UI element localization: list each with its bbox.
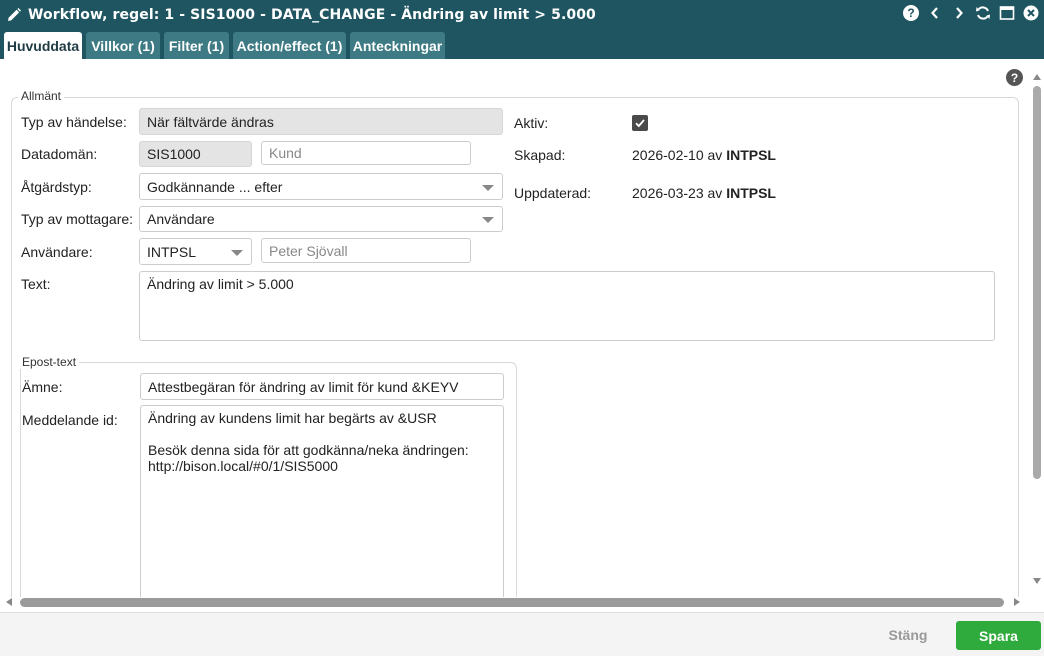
user-name-field: Peter Sjövall (261, 238, 471, 263)
event-type-label: Typ av händelse: (21, 114, 127, 130)
subject-label: Ämne: (22, 379, 63, 395)
text-field[interactable]: Ändring av limit > 5.000 (139, 271, 995, 341)
close-icon (1023, 5, 1039, 21)
maximize-icon (999, 6, 1015, 20)
active-label: Aktiv: (514, 115, 549, 131)
chevron-down-icon (231, 249, 243, 256)
created-value: 2026-02-10 av INTPSL (632, 147, 776, 163)
scroll-right-icon[interactable] (1014, 598, 1020, 606)
dialog-footer: Stäng Spara (0, 612, 1044, 656)
email-legend: Epost-text (19, 355, 80, 369)
next-button[interactable] (950, 4, 968, 22)
updated-by: INTPSL (726, 185, 776, 201)
recipient-type-value: Användare (147, 211, 215, 227)
scroll-up-icon[interactable] (1033, 74, 1041, 80)
message-field[interactable]: Ändring av kundens limit har begärts av … (140, 405, 504, 597)
user-label: Användare: (21, 244, 93, 260)
action-type-value: Godkännande ... efter (147, 178, 283, 195)
chevron-down-icon (482, 184, 494, 191)
user-select[interactable]: INTPSL (139, 238, 252, 265)
action-type-label: Åtgärdstyp: (21, 179, 92, 195)
tab-bar: Huvuddata Villkor (1) Filter (1) Action/… (0, 30, 1044, 59)
help-button[interactable]: ? (902, 4, 920, 22)
maximize-button[interactable] (998, 4, 1016, 22)
refresh-icon (976, 6, 990, 20)
pencil-icon (6, 7, 22, 23)
tab-huvuddata[interactable]: Huvuddata (4, 32, 82, 59)
data-domain-label: Datadomän: (21, 146, 98, 162)
refresh-button[interactable] (974, 4, 992, 22)
previous-button[interactable] (926, 4, 944, 22)
recipient-type-label: Typ av mottagare: (21, 211, 134, 227)
horizontal-scroll-thumb[interactable] (20, 598, 1004, 607)
window-title: Workflow, regel: 1 - SIS1000 - DATA_CHAN… (28, 7, 596, 23)
tab-villkor[interactable]: Villkor (1) (86, 32, 160, 59)
chevron-down-icon (482, 217, 494, 223)
window-controls: ? (902, 4, 1040, 22)
scroll-left-icon[interactable] (6, 598, 12, 606)
checkmark-icon (635, 119, 645, 128)
data-domain-field: SIS1000 (139, 141, 252, 167)
window-titlebar: Workflow, regel: 1 - SIS1000 - DATA_CHAN… (0, 0, 1044, 30)
close-button[interactable]: Stäng (878, 624, 938, 646)
horizontal-scrollbar[interactable] (0, 595, 1030, 609)
help-icon: ? (903, 5, 919, 21)
event-type-field: När fältvärde ändras (139, 108, 503, 135)
vertical-scroll-thumb[interactable] (1033, 86, 1041, 479)
created-label: Skapad: (514, 147, 566, 163)
created-date: 2026-02-10 av (632, 147, 723, 163)
tab-action-effect[interactable]: Action/effect (1) (233, 32, 346, 59)
chevron-right-icon (956, 7, 963, 19)
scroll-down-icon[interactable] (1033, 578, 1041, 584)
updated-label: Uppdaterad: (514, 185, 592, 201)
vertical-scrollbar[interactable] (1030, 70, 1044, 595)
form-content: Allmänt Typ av händelse: När fältvärde ä… (0, 59, 1030, 597)
text-label: Text: (21, 276, 51, 292)
subject-field[interactable]: Attestbegäran för ändring av limit för k… (140, 373, 504, 400)
user-value: INTPSL (147, 243, 197, 260)
chevron-left-icon (931, 7, 938, 19)
updated-value: 2026-03-23 av INTPSL (632, 185, 776, 201)
recipient-type-select[interactable]: Användare (139, 206, 503, 232)
updated-date: 2026-03-23 av (632, 185, 723, 201)
data-domain-description: Kund (261, 141, 471, 165)
tab-anteckningar[interactable]: Anteckningar (350, 32, 445, 59)
created-by: INTPSL (726, 147, 776, 163)
message-label: Meddelande id: (22, 412, 118, 428)
close-window-button[interactable] (1022, 4, 1040, 22)
active-checkbox[interactable] (632, 115, 648, 131)
general-legend: Allmänt (18, 89, 65, 103)
action-type-select[interactable]: Godkännande ... efter (139, 173, 503, 200)
save-button[interactable]: Spara (956, 621, 1041, 650)
tab-filter[interactable]: Filter (1) (164, 32, 229, 59)
